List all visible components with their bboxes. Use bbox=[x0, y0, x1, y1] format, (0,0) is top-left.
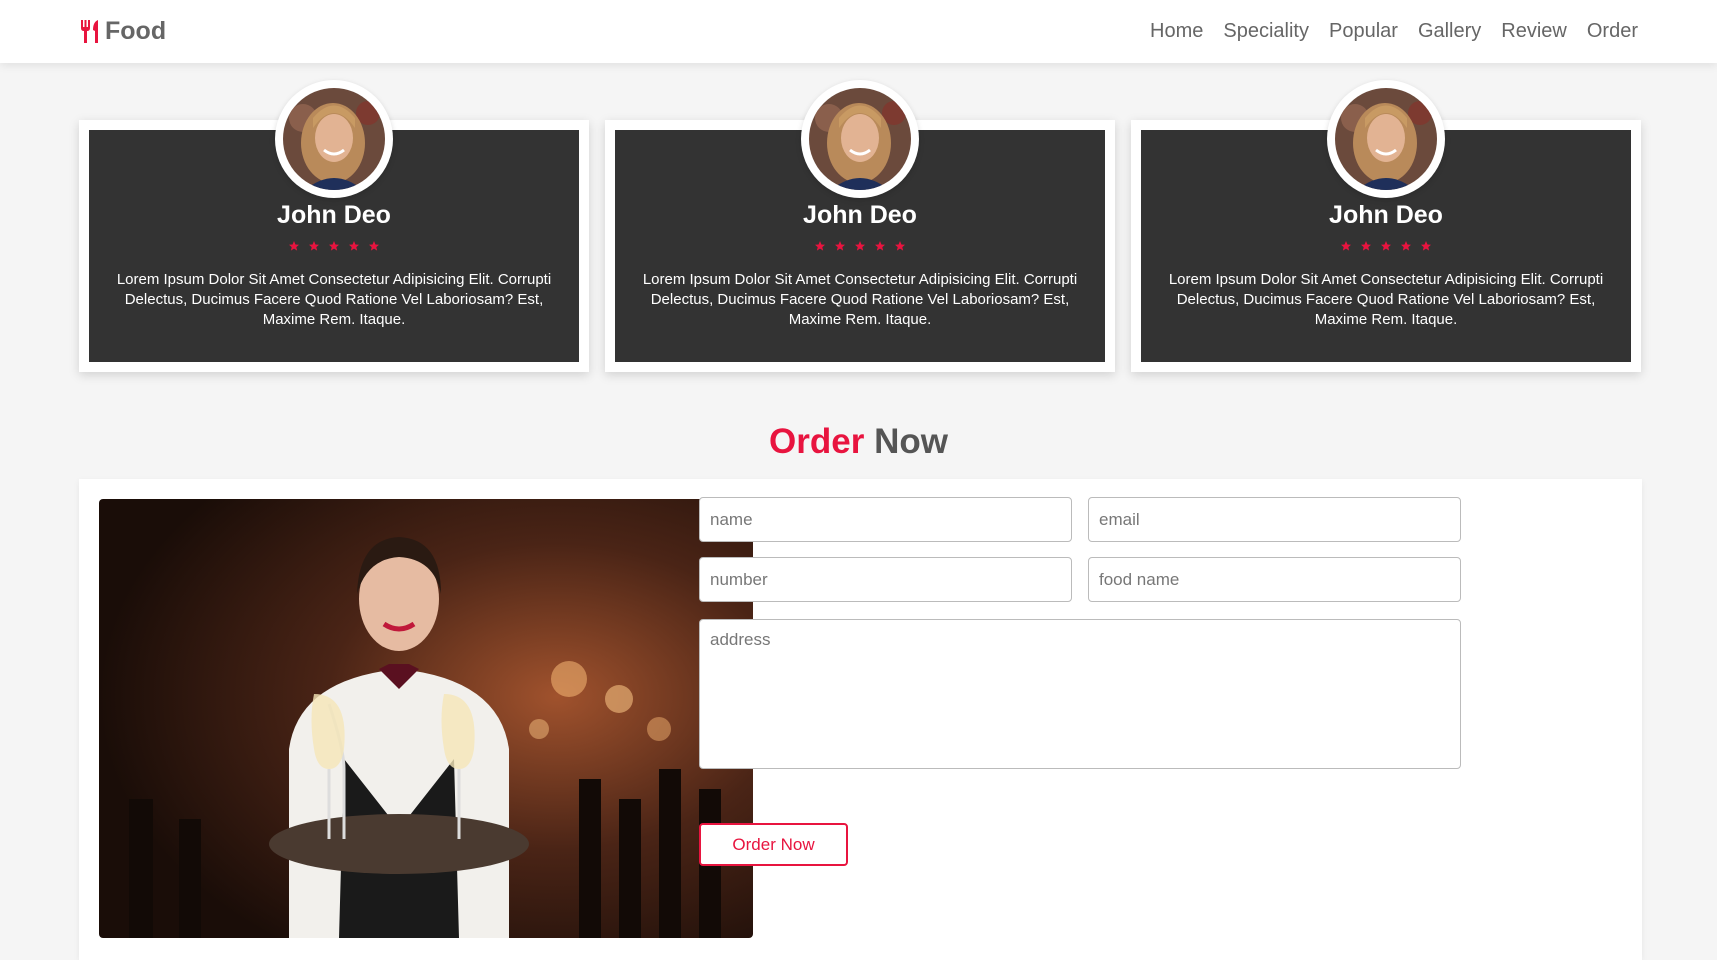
star-icon bbox=[1360, 239, 1372, 257]
star-icon bbox=[1340, 239, 1352, 257]
star-rating bbox=[1141, 239, 1631, 257]
review-section: John Deo Lorem Ipsum Dolor Sit Amet Cons… bbox=[79, 80, 1642, 372]
avatar-frame bbox=[1327, 80, 1445, 198]
site-header: Food Home Speciality Popular Gallery Rev… bbox=[0, 0, 1717, 63]
reviewer-name: John Deo bbox=[803, 201, 917, 229]
review-card: John Deo Lorem Ipsum Dolor Sit Amet Cons… bbox=[605, 80, 1115, 372]
nav-speciality[interactable]: Speciality bbox=[1223, 20, 1309, 43]
order-now-button[interactable]: Order Now bbox=[699, 823, 848, 866]
nav-popular[interactable]: Popular bbox=[1329, 20, 1398, 43]
star-icon bbox=[368, 239, 380, 257]
logo-text: Food bbox=[105, 17, 167, 45]
star-icon bbox=[1380, 239, 1392, 257]
star-icon bbox=[328, 239, 340, 257]
star-rating bbox=[615, 239, 1105, 257]
nav-gallery[interactable]: Gallery bbox=[1418, 20, 1481, 43]
avatar-frame bbox=[275, 80, 393, 198]
nav-order[interactable]: Order bbox=[1587, 20, 1638, 43]
reviewer-name: John Deo bbox=[1329, 201, 1443, 229]
star-icon bbox=[348, 239, 360, 257]
review-card-body: John Deo Lorem Ipsum Dolor Sit Amet Cons… bbox=[1141, 80, 1631, 362]
heading-rest: Now bbox=[874, 422, 948, 461]
star-icon bbox=[814, 239, 826, 257]
star-icon bbox=[308, 239, 320, 257]
avatar bbox=[283, 88, 385, 190]
avatar-frame bbox=[801, 80, 919, 198]
star-icon bbox=[288, 239, 300, 257]
address-textarea[interactable] bbox=[699, 619, 1461, 769]
star-icon bbox=[874, 239, 886, 257]
review-text: Lorem Ipsum Dolor Sit Amet Consectetur A… bbox=[642, 271, 1078, 328]
star-icon bbox=[1400, 239, 1412, 257]
order-section: Order Now bbox=[79, 479, 1642, 960]
review-card: John Deo Lorem Ipsum Dolor Sit Amet Cons… bbox=[1131, 80, 1641, 372]
review-text: Lorem Ipsum Dolor Sit Amet Consectetur A… bbox=[1168, 271, 1604, 328]
star-icon bbox=[1420, 239, 1432, 257]
name-input[interactable] bbox=[699, 497, 1072, 542]
number-input[interactable] bbox=[699, 557, 1072, 602]
email-input[interactable] bbox=[1088, 497, 1461, 542]
star-icon bbox=[834, 239, 846, 257]
order-heading: Order Now bbox=[0, 422, 1717, 462]
reviewer-name: John Deo bbox=[277, 201, 391, 229]
utensils-icon bbox=[79, 19, 101, 44]
nav-home[interactable]: Home bbox=[1150, 20, 1203, 43]
avatar bbox=[1335, 88, 1437, 190]
nav-review[interactable]: Review bbox=[1501, 20, 1567, 43]
review-card: John Deo Lorem Ipsum Dolor Sit Amet Cons… bbox=[79, 80, 589, 372]
logo[interactable]: Food bbox=[79, 17, 166, 46]
heading-accent: Order bbox=[769, 422, 865, 461]
food-name-input[interactable] bbox=[1088, 557, 1461, 602]
waitress-photo bbox=[99, 499, 753, 938]
star-icon bbox=[854, 239, 866, 257]
review-text: Lorem Ipsum Dolor Sit Amet Consectetur A… bbox=[116, 271, 552, 328]
star-rating bbox=[89, 239, 579, 257]
star-icon bbox=[894, 239, 906, 257]
review-card-body: John Deo Lorem Ipsum Dolor Sit Amet Cons… bbox=[615, 80, 1105, 362]
main-nav: Home Speciality Popular Gallery Review O… bbox=[1150, 20, 1638, 43]
review-card-body: John Deo Lorem Ipsum Dolor Sit Amet Cons… bbox=[89, 80, 579, 362]
avatar bbox=[809, 88, 911, 190]
